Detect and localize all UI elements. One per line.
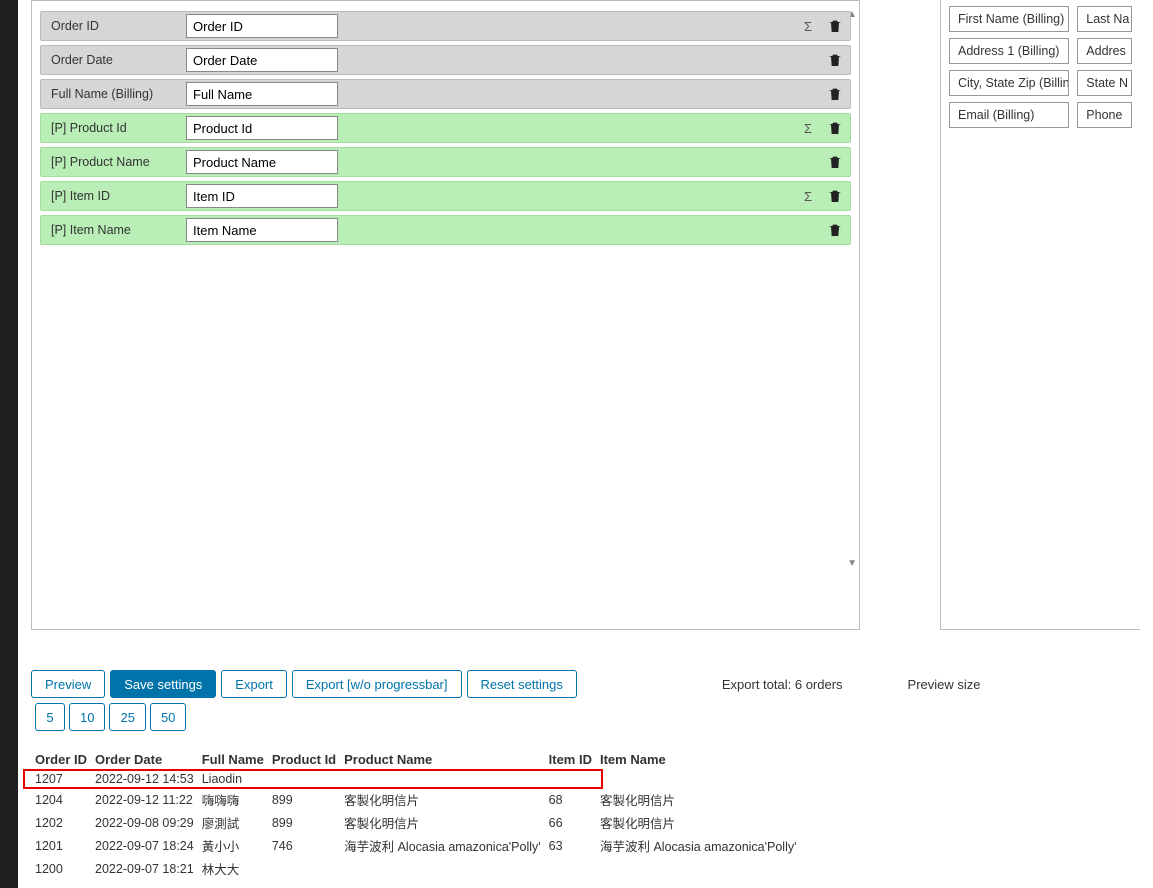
sigma-icon[interactable]: Σ [794, 121, 822, 136]
field-label: Order Date [41, 53, 186, 67]
field-label: [P] Item ID [41, 189, 186, 203]
table-cell: 黃小小 [198, 834, 268, 857]
table-cell: 客製化明信片 [340, 811, 545, 834]
avail-phone-billing[interactable]: Phone [1077, 102, 1132, 128]
table-cell: 2022-09-07 18:21 [91, 857, 198, 880]
avail-address1-billing[interactable]: Address 1 (Billing) [949, 38, 1069, 64]
table-cell: 899 [268, 788, 340, 811]
table-row: 12012022-09-07 18:24黃小小746海芋波利 Alocasia … [31, 834, 801, 857]
field-name-input[interactable] [186, 184, 338, 208]
table-cell: 海芋波利 Alocasia amazonica'Polly' [596, 834, 801, 857]
trash-icon[interactable] [827, 222, 843, 238]
avail-address2-billing[interactable]: Addres [1077, 38, 1132, 64]
table-cell: 63 [545, 834, 596, 857]
export-total-label: Export total: 6 orders [722, 677, 843, 692]
export-wo-progress-button[interactable]: Export [w/o progressbar] [292, 670, 462, 698]
field-row[interactable]: [P] Product Id Σ [40, 113, 851, 143]
trash-icon[interactable] [827, 86, 843, 102]
field-row[interactable]: Order ID Σ [40, 11, 851, 41]
trash-icon[interactable] [827, 18, 843, 34]
table-cell: 客製化明信片 [596, 811, 801, 834]
field-row[interactable]: [P] Item Name [40, 215, 851, 245]
preview-size-label: Preview size [908, 677, 981, 692]
sigma-icon[interactable]: Σ [794, 189, 822, 204]
preview-size-5[interactable]: 5 [35, 703, 65, 731]
table-cell [596, 857, 801, 880]
reset-settings-button[interactable]: Reset settings [467, 670, 577, 698]
table-cell [268, 857, 340, 880]
table-cell: 2022-09-08 09:29 [91, 811, 198, 834]
field-name-input[interactable] [186, 48, 338, 72]
avail-city-state-zip[interactable]: City, State Zip (Billing) [949, 70, 1069, 96]
table-cell: 海芋波利 Alocasia amazonica'Polly' [340, 834, 545, 857]
table-cell [545, 857, 596, 880]
row-highlight-annotation [23, 769, 603, 789]
field-label: Full Name (Billing) [41, 87, 186, 101]
field-label: [P] Product Id [41, 121, 186, 135]
column-header: Full Name [198, 749, 268, 770]
scroll-down-icon[interactable]: ▼ [847, 558, 857, 569]
field-row[interactable]: [P] Item ID Σ [40, 181, 851, 211]
column-header: Order Date [91, 749, 198, 770]
table-cell [596, 770, 801, 788]
toolbar: Preview Save settings Export Export [w/o… [31, 670, 1140, 731]
field-name-input[interactable] [186, 116, 338, 140]
table-row: 12002022-09-07 18:21林大大 [31, 857, 801, 880]
field-name-input[interactable] [186, 14, 338, 38]
export-button[interactable]: Export [221, 670, 287, 698]
preview-button[interactable]: Preview [31, 670, 105, 698]
field-label: [P] Item Name [41, 223, 186, 237]
admin-rail [0, 0, 18, 888]
field-row[interactable]: Order Date [40, 45, 851, 75]
table-cell: 2022-09-07 18:24 [91, 834, 198, 857]
field-row[interactable]: [P] Product Name [40, 147, 851, 177]
sigma-icon[interactable]: Σ [794, 19, 822, 34]
table-cell: 1204 [31, 788, 91, 811]
column-header: Order ID [31, 749, 91, 770]
column-header: Item ID [545, 749, 596, 770]
field-label: [P] Product Name [41, 155, 186, 169]
available-fields-panel: First Name (Billing) Last Na Address 1 (… [940, 0, 1140, 630]
trash-icon[interactable] [827, 120, 843, 136]
preview-size-25[interactable]: 25 [109, 703, 145, 731]
preview-size-10[interactable]: 10 [69, 703, 105, 731]
table-cell: 1201 [31, 834, 91, 857]
table-cell: 林大大 [198, 857, 268, 880]
column-header: Product Name [340, 749, 545, 770]
field-label: Order ID [41, 19, 186, 33]
trash-icon[interactable] [827, 52, 843, 68]
table-cell: 客製化明信片 [340, 788, 545, 811]
table-cell: 1200 [31, 857, 91, 880]
avail-email-billing[interactable]: Email (Billing) [949, 102, 1069, 128]
table-cell: 1202 [31, 811, 91, 834]
preview-size-50[interactable]: 50 [150, 703, 186, 731]
table-row: 12042022-09-12 11:22嗨嗨嗨899客製化明信片68客製化明信片 [31, 788, 801, 811]
table-cell [340, 857, 545, 880]
table-cell: 68 [545, 788, 596, 811]
avail-first-name-billing[interactable]: First Name (Billing) [949, 6, 1069, 32]
table-cell: 899 [268, 811, 340, 834]
trash-icon[interactable] [827, 188, 843, 204]
field-name-input[interactable] [186, 82, 338, 106]
field-row[interactable]: Full Name (Billing) [40, 79, 851, 109]
field-name-input[interactable] [186, 218, 338, 242]
table-cell: 2022-09-12 11:22 [91, 788, 198, 811]
save-settings-button[interactable]: Save settings [110, 670, 216, 698]
avail-last-name-billing[interactable]: Last Na [1077, 6, 1132, 32]
table-row: 12022022-09-08 09:29廖測試899客製化明信片66客製化明信片 [31, 811, 801, 834]
selected-fields-panel: ▲ Order IDΣOrder DateFull Name (Billing)… [31, 0, 860, 630]
avail-state-name[interactable]: State N [1077, 70, 1132, 96]
table-cell: 客製化明信片 [596, 788, 801, 811]
column-header: Item Name [596, 749, 801, 770]
table-cell: 嗨嗨嗨 [198, 788, 268, 811]
table-cell: 廖測試 [198, 811, 268, 834]
table-cell: 746 [268, 834, 340, 857]
trash-icon[interactable] [827, 154, 843, 170]
table-cell: 66 [545, 811, 596, 834]
column-header: Product Id [268, 749, 340, 770]
field-name-input[interactable] [186, 150, 338, 174]
